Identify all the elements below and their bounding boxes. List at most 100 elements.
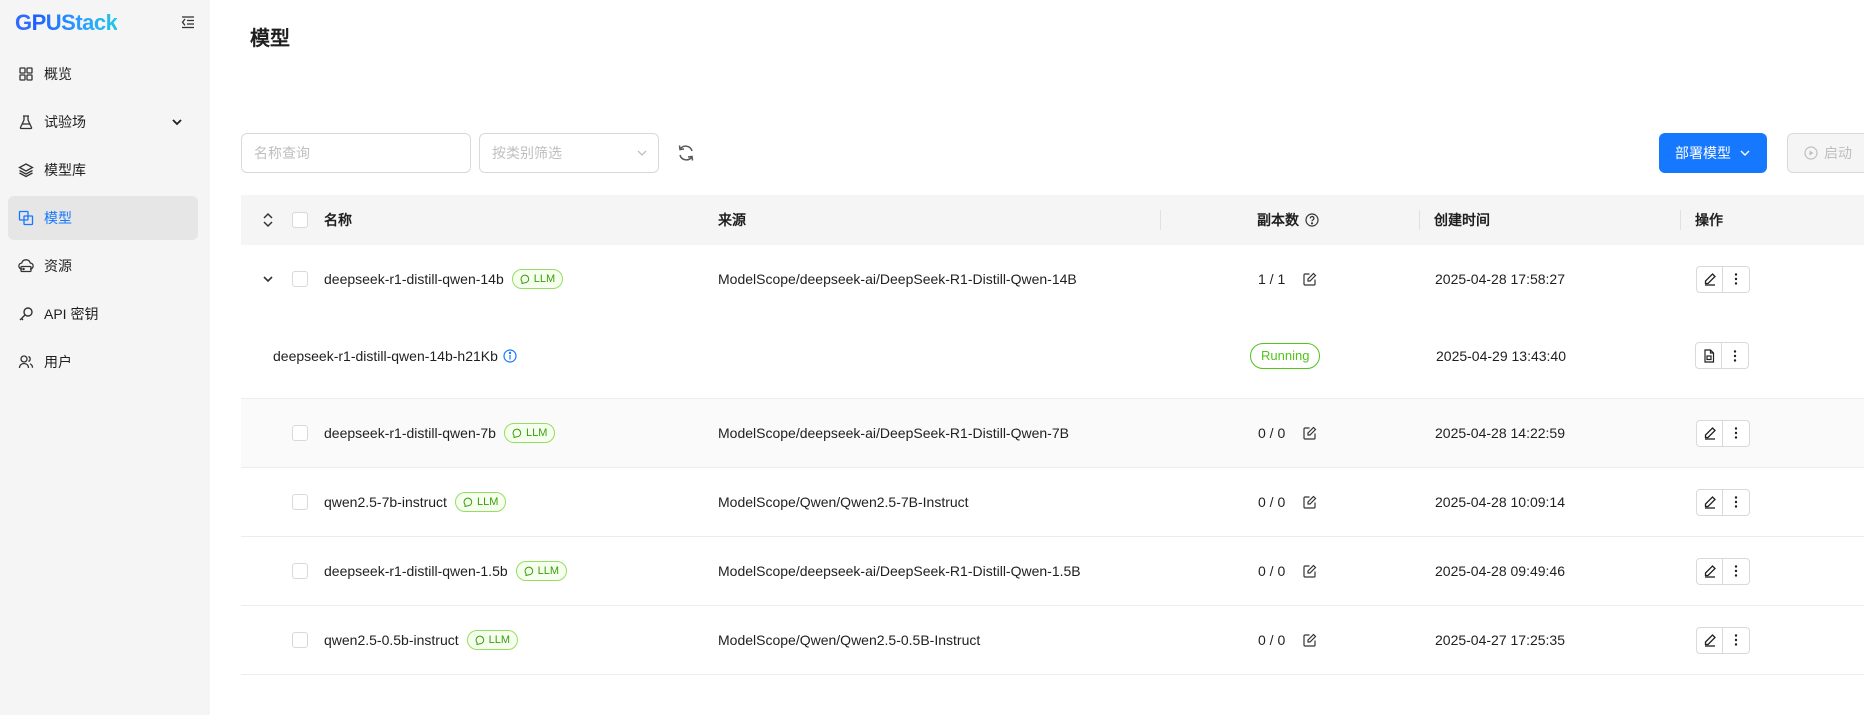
file-log-icon (1703, 348, 1714, 363)
row-checkbox[interactable] (292, 632, 308, 648)
sidebar-item-users[interactable]: 用户 (8, 340, 198, 384)
replicas-value: 0 / 0 (1258, 632, 1286, 648)
column-divider (1160, 210, 1161, 230)
edit-button[interactable] (1696, 419, 1723, 447)
key-icon (19, 307, 33, 321)
edit-replicas-icon[interactable] (1303, 564, 1317, 578)
sidebar-item-playground[interactable]: 试验场 (8, 100, 198, 144)
start-button[interactable]: 启动 (1787, 133, 1864, 173)
header-actions: 操作 (1695, 212, 1723, 228)
category-filter-placeholder: 按类别筛选 (492, 145, 562, 161)
gpustack-logo[interactable]: GPUStack (15, 10, 118, 36)
row-checkbox[interactable] (292, 494, 308, 510)
row-expand-toggle[interactable] (262, 245, 274, 313)
row-checkbox[interactable] (292, 271, 308, 287)
start-label: 启动 (1824, 145, 1852, 161)
tag-label: LLM (537, 565, 560, 577)
instance-status-cell: Running (1250, 313, 1321, 398)
header-created[interactable]: 创建时间 (1434, 195, 1490, 245)
row-checkbox-cell (292, 468, 308, 536)
more-actions-button[interactable] (1722, 342, 1749, 369)
replicas-value: 0 / 0 (1258, 425, 1286, 441)
expand-all-toggle[interactable] (262, 195, 274, 245)
tag-label: LLM (488, 634, 511, 646)
row-actions (1696, 399, 1750, 467)
llm-tag: LLM (511, 269, 564, 289)
cloud-server-icon (18, 259, 34, 273)
row-checkbox[interactable] (292, 563, 308, 579)
llm-tag: LLM (454, 492, 507, 512)
header-source: 来源 (718, 212, 746, 228)
more-actions-button[interactable] (1723, 626, 1750, 654)
info-circle-icon[interactable] (503, 348, 517, 363)
chevron-down-icon (263, 276, 273, 283)
model-name[interactable]: qwen2.5-7b-instruct (324, 494, 447, 510)
row-checkbox[interactable] (292, 425, 308, 441)
llm-tag: LLM (515, 561, 568, 581)
view-logs-button[interactable] (1695, 342, 1722, 369)
deploy-model-button[interactable]: 部署模型 (1659, 133, 1767, 173)
question-circle-icon[interactable] (1305, 213, 1319, 227)
refresh-icon[interactable] (676, 143, 696, 163)
edit-replicas-icon[interactable] (1303, 426, 1317, 440)
instance-name: deepseek-r1-distill-qwen-14b-h21Kb (273, 347, 498, 364)
play-circle-icon (1804, 146, 1818, 160)
edit-replicas-icon[interactable] (1303, 495, 1317, 509)
llm-tag: LLM (503, 423, 556, 443)
sidebar-item-resources[interactable]: 资源 (8, 244, 198, 288)
replicas-value: 0 / 0 (1258, 494, 1286, 510)
more-vertical-icon (1734, 565, 1738, 577)
name-search-input[interactable] (241, 133, 471, 173)
tag-label: LLM (525, 427, 548, 439)
row-checkbox-cell (292, 399, 308, 467)
header-name[interactable]: 名称 (324, 195, 352, 245)
created-time: 2025-04-28 10:09:14 (1435, 494, 1565, 510)
model-name-cell: deepseek-r1-distill-qwen-1.5b LLM (324, 537, 568, 605)
edit-replicas-icon[interactable] (1303, 633, 1317, 647)
edit-button[interactable] (1696, 488, 1723, 516)
table-row: deepseek-r1-distill-qwen-1.5b LLM ModelS… (241, 537, 1864, 606)
model-name-cell: qwen2.5-0.5b-instruct LLM (324, 606, 519, 674)
edit-replicas-icon[interactable] (1303, 272, 1317, 286)
edit-button[interactable] (1696, 265, 1723, 293)
more-vertical-icon (1734, 496, 1738, 508)
tag-label: LLM (533, 273, 556, 285)
model-name[interactable]: deepseek-r1-distill-qwen-14b (324, 271, 504, 287)
sidebar-item-label: 模型库 (44, 162, 86, 178)
category-filter-select[interactable]: 按类别筛选 (479, 133, 659, 173)
chevron-down-icon (172, 119, 182, 126)
sidebar-item-api-keys[interactable]: API 密钥 (8, 292, 198, 336)
logo-text: PUStack (31, 10, 118, 35)
more-actions-button[interactable] (1723, 265, 1750, 293)
edit-icon (1704, 273, 1716, 286)
more-actions-button[interactable] (1723, 557, 1750, 585)
edit-button[interactable] (1696, 626, 1723, 654)
model-name-cell: deepseek-r1-distill-qwen-7b LLM (324, 399, 556, 467)
model-name[interactable]: deepseek-r1-distill-qwen-7b (324, 425, 496, 441)
menu-collapse-icon[interactable] (180, 14, 196, 30)
model-name[interactable]: qwen2.5-0.5b-instruct (324, 632, 459, 648)
row-checkbox-cell (292, 245, 308, 313)
edit-button[interactable] (1696, 557, 1723, 585)
header-replicas: 副本数 (1257, 195, 1319, 245)
more-actions-button[interactable] (1723, 419, 1750, 447)
llm-tag: LLM (466, 630, 519, 650)
created-time: 2025-04-28 14:22:59 (1435, 425, 1565, 441)
chat-icon (520, 274, 529, 284)
header-replicas-label: 副本数 (1257, 212, 1299, 228)
sidebar-item-model-catalog[interactable]: 模型库 (8, 148, 198, 192)
sidebar-item-overview[interactable]: 概览 (8, 52, 198, 96)
table-header: 名称 来源 副本数 创建时间 操作 (241, 195, 1864, 245)
sidebar-item-models[interactable]: 模型 (8, 196, 198, 240)
more-actions-button[interactable] (1723, 488, 1750, 516)
select-all-checkbox-cell (292, 195, 308, 245)
edit-icon (1704, 565, 1716, 578)
chat-icon (524, 566, 533, 576)
model-name[interactable]: deepseek-r1-distill-qwen-1.5b (324, 563, 508, 579)
deploy-model-label: 部署模型 (1675, 145, 1731, 161)
layers-icon (18, 163, 34, 178)
table-row: deepseek-r1-distill-qwen-7b LLM ModelSco… (241, 399, 1864, 468)
select-all-checkbox[interactable] (292, 212, 308, 228)
instance-row: deepseek-r1-distill-qwen-14b-h21Kb Runni… (241, 313, 1864, 399)
replicas-cell: 0 / 0 (1258, 468, 1317, 536)
